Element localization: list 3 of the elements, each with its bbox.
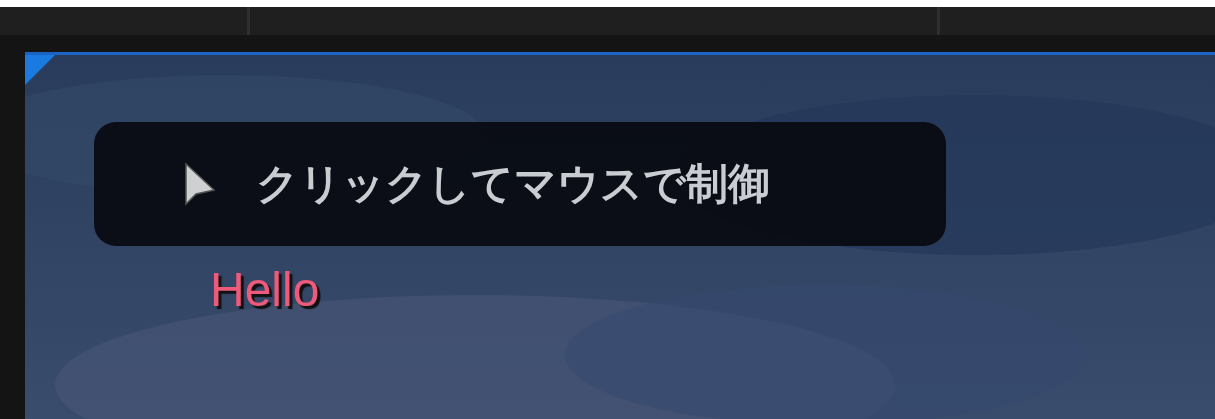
debug-message: Hello [210,264,320,317]
prompt-text: クリックしてマウスで制御 [256,158,770,210]
cursor-icon [182,160,218,208]
